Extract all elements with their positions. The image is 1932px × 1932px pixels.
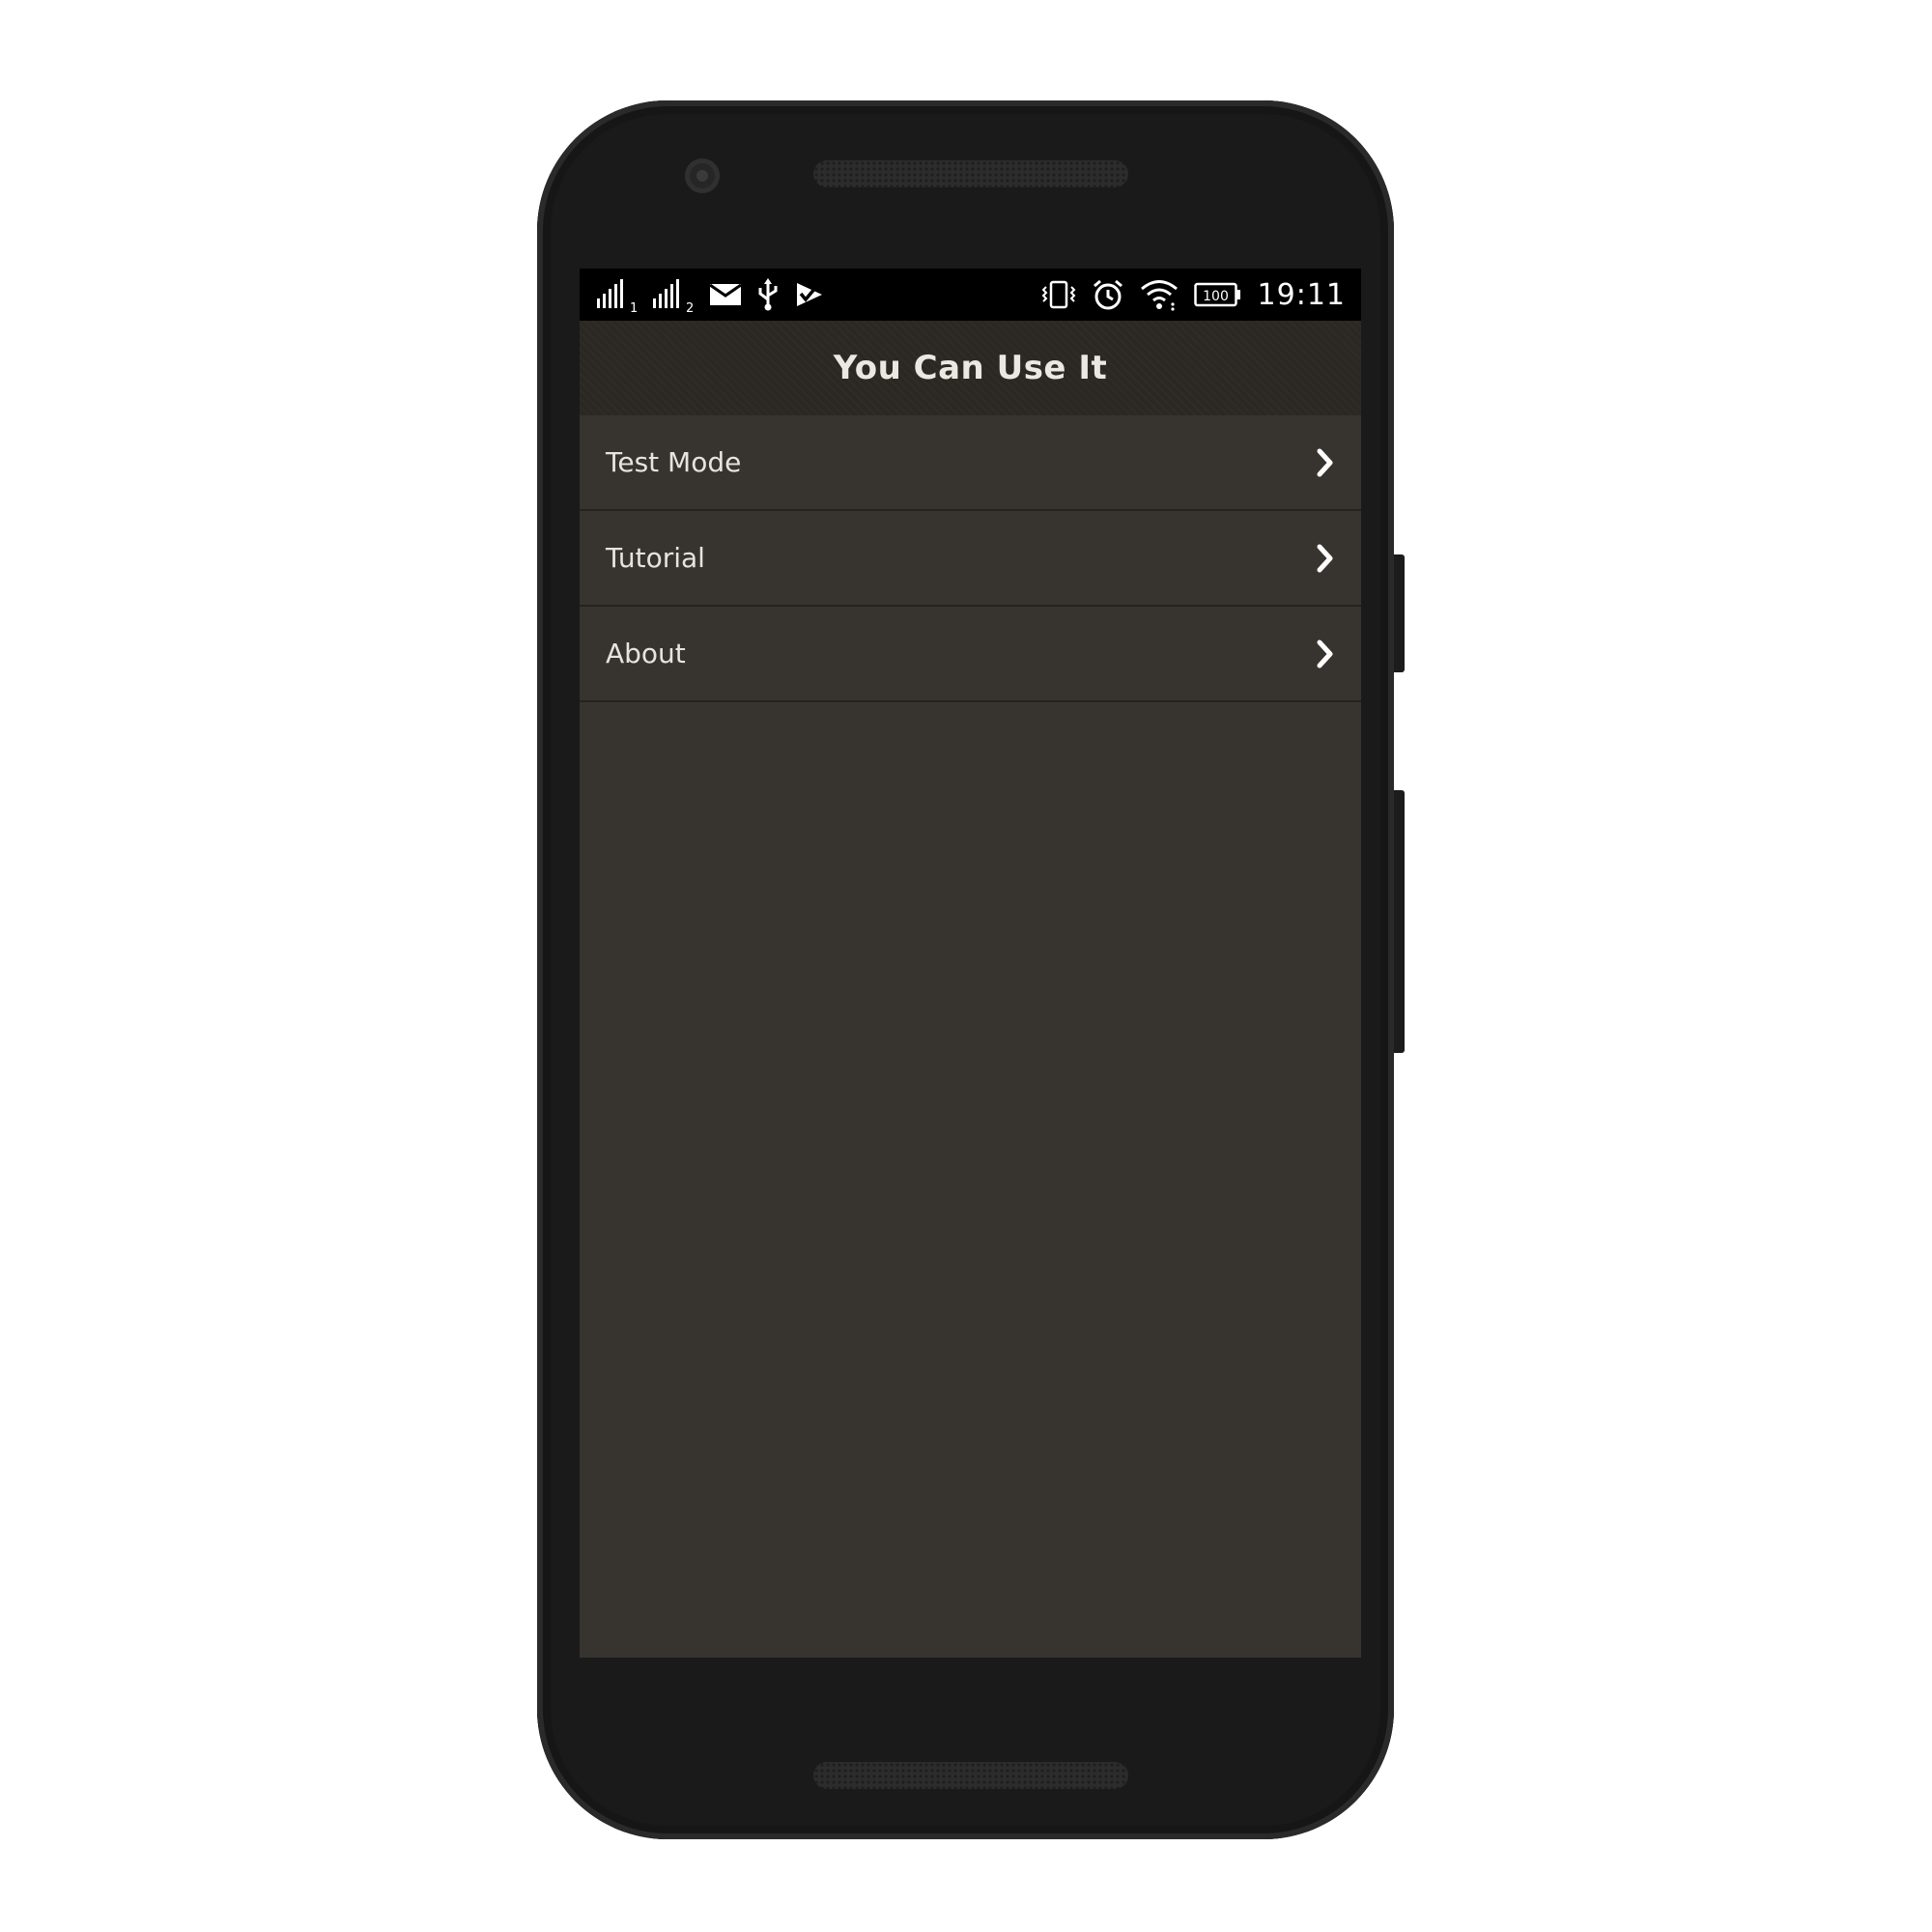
menu-item-tutorial[interactable]: Tutorial bbox=[580, 511, 1361, 607]
vibrate-icon bbox=[1041, 279, 1076, 310]
menu-list: Test Mode Tutorial About bbox=[580, 415, 1361, 702]
signal-sim2-icon: 2 bbox=[653, 277, 696, 312]
sim1-label: 1 bbox=[630, 301, 638, 312]
menu-item-label: About bbox=[606, 638, 686, 669]
status-bar-left: 1 2 bbox=[597, 269, 825, 321]
bottom-speaker bbox=[813, 1762, 1128, 1789]
checked-bag-icon bbox=[794, 279, 825, 310]
front-camera bbox=[685, 158, 720, 193]
wifi-icon bbox=[1140, 278, 1179, 311]
signal-sim1-icon: 1 bbox=[597, 277, 639, 312]
clock: 19:11 bbox=[1257, 277, 1346, 312]
volume-button bbox=[1394, 790, 1405, 1053]
battery-level: 100 bbox=[1203, 289, 1229, 304]
status-bar: 1 2 100 19:11 bbox=[580, 269, 1361, 321]
page: 1 2 100 19:11 You Can Use It Test Mode T… bbox=[0, 0, 1932, 1932]
app-bar: You Can Use It bbox=[580, 321, 1361, 415]
mail-icon bbox=[709, 282, 742, 307]
alarm-icon bbox=[1092, 278, 1124, 311]
menu-item-test-mode[interactable]: Test Mode bbox=[580, 415, 1361, 511]
status-bar-right: 100 19:11 bbox=[1041, 269, 1346, 321]
menu-item-about[interactable]: About bbox=[580, 607, 1361, 702]
usb-icon bbox=[755, 278, 781, 311]
chevron-right-icon bbox=[1317, 448, 1333, 476]
chevron-right-icon bbox=[1317, 639, 1333, 668]
battery-icon: 100 bbox=[1193, 281, 1242, 308]
sim2-label: 2 bbox=[686, 301, 694, 312]
menu-item-label: Tutorial bbox=[606, 542, 705, 574]
menu-item-label: Test Mode bbox=[606, 446, 742, 478]
page-title: You Can Use It bbox=[833, 349, 1108, 387]
screen: 1 2 100 19:11 You Can Use It Test Mode T… bbox=[580, 269, 1361, 1658]
power-button bbox=[1394, 554, 1405, 672]
chevron-right-icon bbox=[1317, 544, 1333, 572]
earpiece-speaker bbox=[813, 160, 1128, 187]
